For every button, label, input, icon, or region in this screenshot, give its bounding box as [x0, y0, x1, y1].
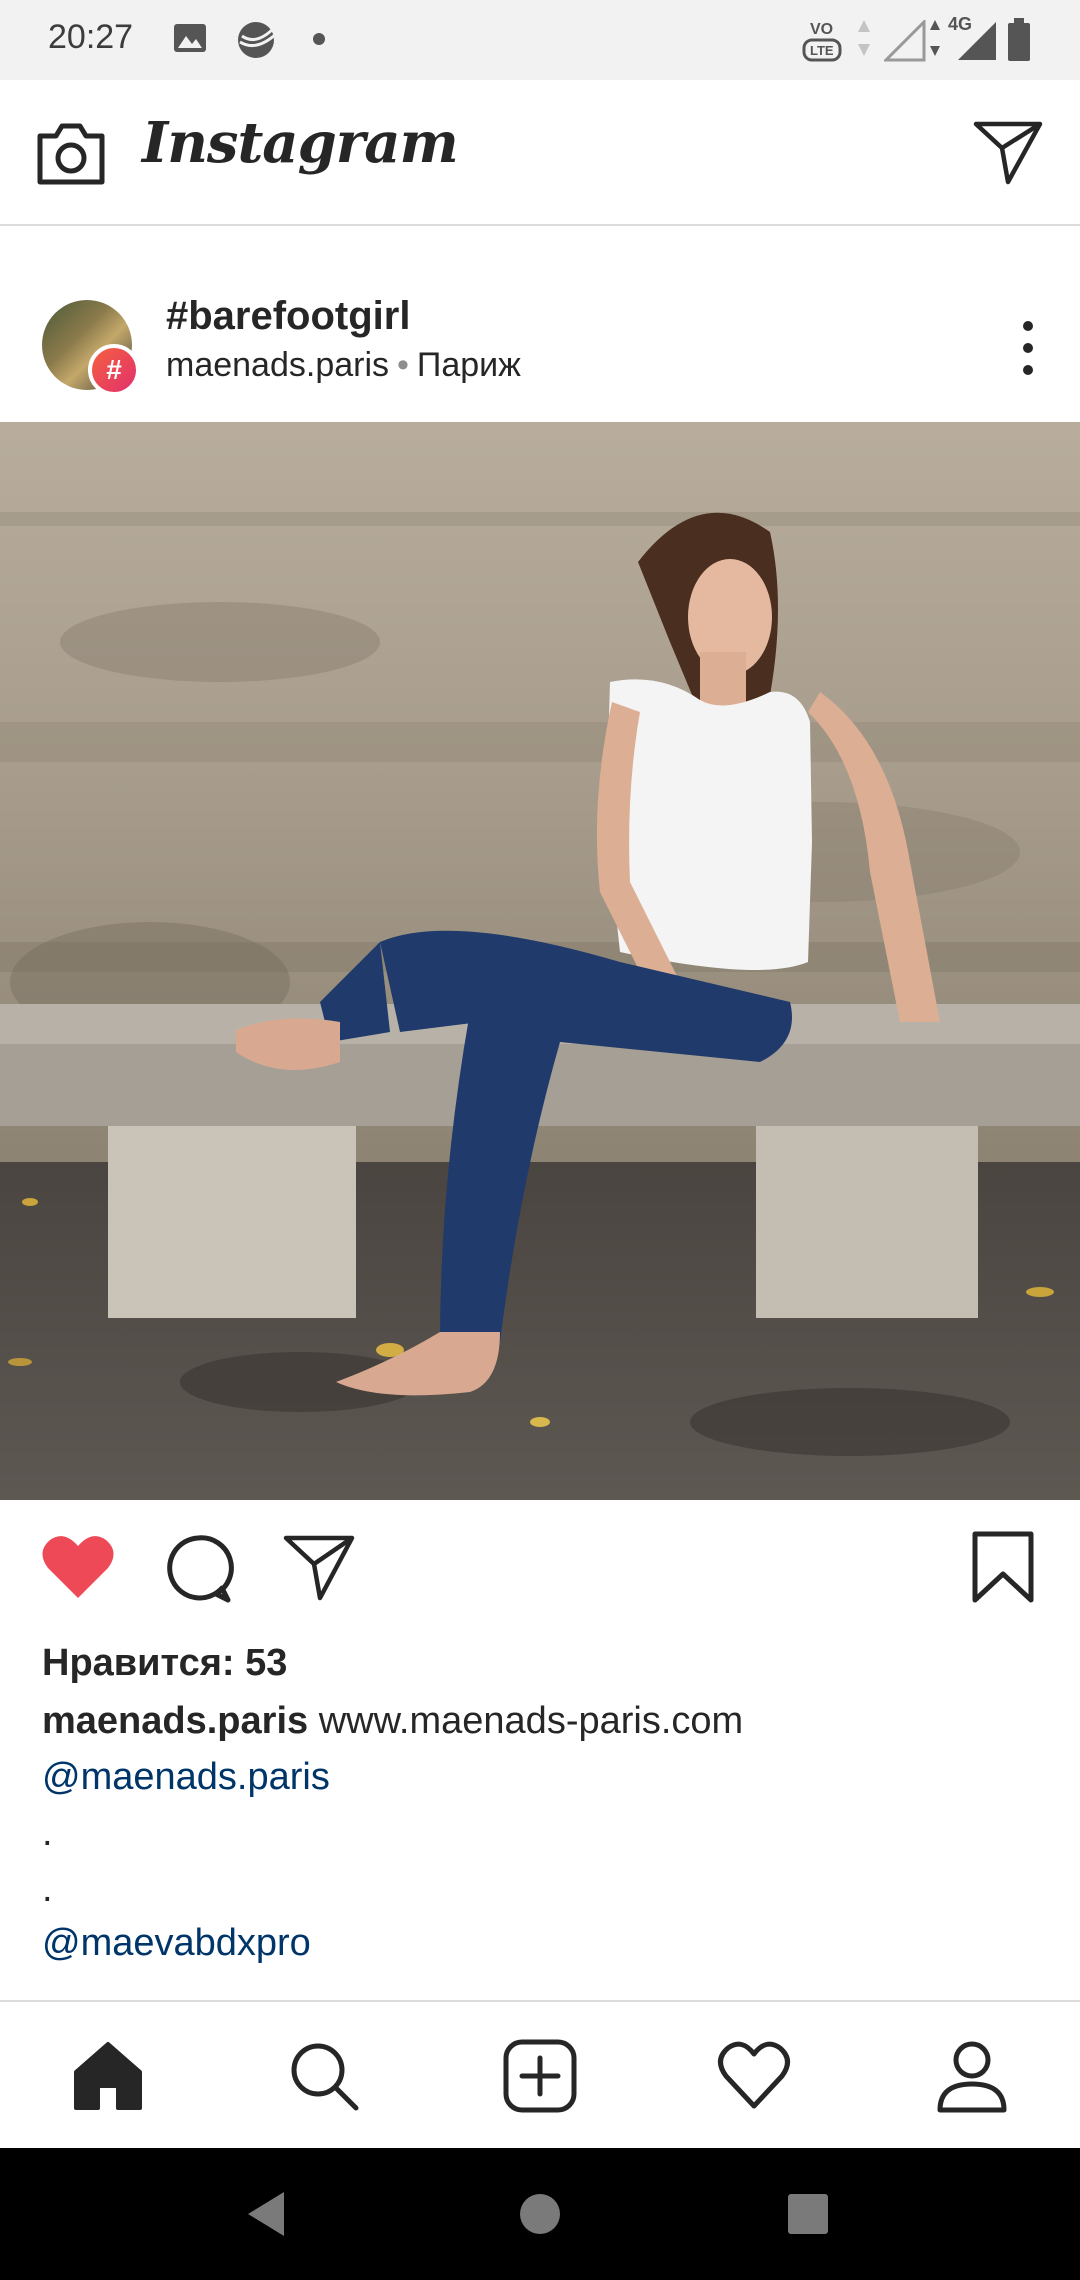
heart-icon[interactable]: [40, 1532, 116, 1602]
status-bar: 20:27 VO LTE 4G: [0, 0, 1080, 80]
app-header: Instagram: [0, 80, 1080, 226]
more-options-icon[interactable]: [1016, 318, 1040, 378]
app-logo: Instagram: [142, 110, 459, 176]
search-icon[interactable]: [286, 2038, 362, 2114]
data-arrows-4g-icon: [930, 20, 940, 56]
direct-message-icon[interactable]: [972, 118, 1044, 186]
volte-icon: VO LTE: [802, 21, 842, 62]
add-post-icon[interactable]: [502, 2038, 578, 2114]
caption: maenads.paris www.maenads-paris.com: [42, 1700, 743, 1743]
signal-sim1-icon: [884, 20, 926, 62]
caption-text: www.maenads-paris.com: [318, 1700, 744, 1742]
comment-icon[interactable]: [162, 1532, 234, 1604]
photo-scene: [0, 422, 1080, 1500]
home-circle-icon[interactable]: [518, 2192, 562, 2236]
battery-icon: [1008, 18, 1030, 61]
data-arrows-icon: [858, 20, 870, 56]
caption-mention-2[interactable]: @maevabdxpro: [42, 1922, 311, 1965]
post-actions: [0, 1500, 1080, 1640]
caption-dot-1: .: [42, 1812, 53, 1854]
back-icon[interactable]: [244, 2190, 288, 2238]
svg-text:LTE: LTE: [810, 43, 834, 58]
profile-icon[interactable]: [934, 2038, 1010, 2114]
caption-username[interactable]: maenads.paris: [42, 1700, 308, 1742]
post-username[interactable]: maenads.paris: [166, 346, 389, 384]
hashtag-badge: #: [88, 344, 140, 396]
post-location[interactable]: Париж: [417, 346, 521, 384]
likes-count[interactable]: Нравится: 53: [42, 1642, 287, 1685]
gallery-notification-icon: [174, 24, 206, 52]
post-meta: maenads.paris • Париж: [166, 346, 521, 385]
home-icon[interactable]: [70, 2038, 146, 2114]
recents-icon[interactable]: [786, 2192, 830, 2236]
more-notifications-dot-icon: [313, 33, 325, 45]
caption-mention-1[interactable]: @maenads.paris: [42, 1756, 330, 1799]
activity-heart-icon[interactable]: [716, 2038, 792, 2114]
caption-dot-2: .: [42, 1868, 53, 1910]
post-photo[interactable]: [0, 422, 1080, 1500]
status-time: 20:27: [48, 18, 134, 56]
svg-text:VO: VO: [810, 21, 833, 38]
system-nav-bar: [0, 2148, 1080, 2280]
bookmark-icon[interactable]: [970, 1530, 1036, 1604]
camera-icon[interactable]: [34, 118, 108, 188]
post-hashtag-title[interactable]: #barefootgirl: [166, 294, 410, 339]
bottom-nav: [0, 2000, 1080, 2148]
share-icon[interactable]: [282, 1532, 356, 1602]
signal-sim2-icon: [958, 22, 996, 60]
meta-separator: •: [397, 346, 409, 384]
bank-app-notification-icon: [238, 22, 278, 58]
post-header: # #barefootgirl maenads.paris • Париж: [0, 290, 1080, 420]
